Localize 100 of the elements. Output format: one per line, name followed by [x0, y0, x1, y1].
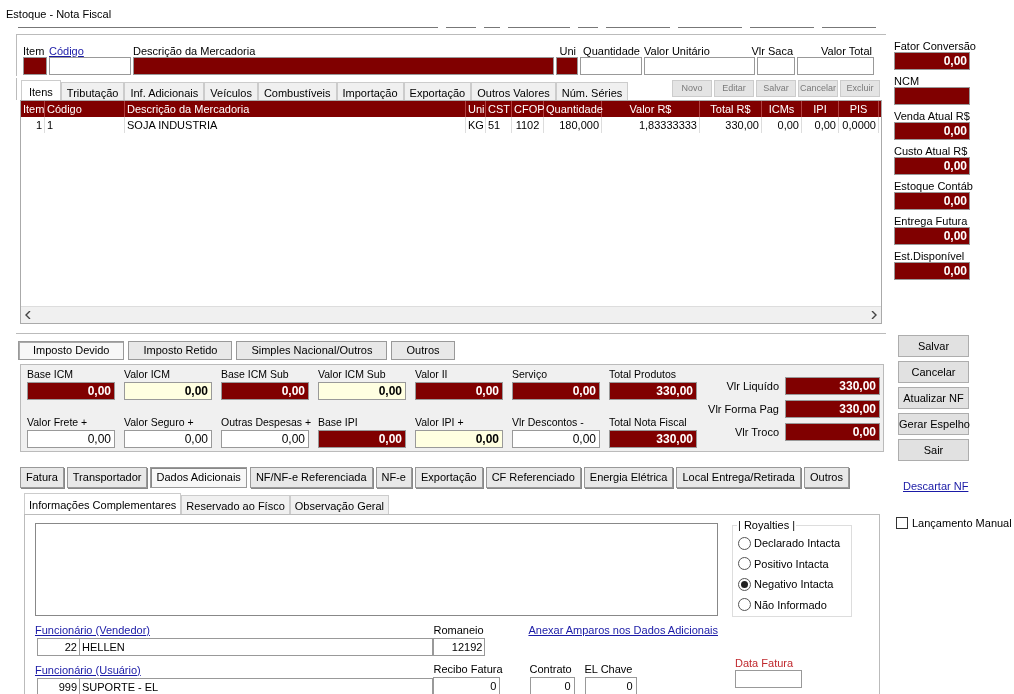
- date-field[interactable]: [735, 670, 802, 688]
- value-field: 0,00: [894, 192, 970, 210]
- locked-field: [556, 57, 578, 75]
- tab[interactable]: Veículos: [204, 82, 258, 100]
- text-area[interactable]: [35, 523, 718, 616]
- tab[interactable]: Imposto Retido: [128, 341, 233, 360]
- tab[interactable]: Exportação: [403, 82, 472, 100]
- radio-button[interactable]: [738, 536, 751, 550]
- field-label: Valor Total: [821, 44, 873, 57]
- input-field[interactable]: 0,00: [221, 430, 309, 448]
- column-header[interactable]: Uni: [466, 101, 486, 117]
- input-field[interactable]: 12192: [433, 638, 486, 656]
- input-field[interactable]: [757, 57, 795, 75]
- column-header[interactable]: CFOP: [512, 101, 544, 117]
- scroll-left-icon[interactable]: [25, 311, 31, 319]
- tab[interactable]: Imposto Devido: [18, 341, 125, 360]
- radio-button[interactable]: [738, 598, 751, 612]
- code-link[interactable]: Código: [49, 43, 131, 57]
- column-header[interactable]: Item: [21, 101, 45, 117]
- column-header[interactable]: IPI: [802, 101, 839, 117]
- employee-link[interactable]: Funcionário (Usuário): [35, 662, 434, 676]
- tab[interactable]: CF Referenciado: [485, 467, 581, 488]
- tab[interactable]: Transportador: [66, 467, 148, 488]
- action-button[interactable]: Gerar Espelho: [898, 413, 969, 435]
- tab[interactable]: Outros Valores: [471, 82, 556, 100]
- scroll-right-icon[interactable]: [871, 311, 877, 319]
- input-field[interactable]: [644, 57, 755, 75]
- tab[interactable]: NF/NF-e Referenciada: [249, 467, 373, 488]
- table-cell: 1: [45, 117, 125, 133]
- input-field[interactable]: 0: [584, 677, 637, 694]
- input-field[interactable]: [797, 57, 874, 75]
- field-label: Entrega Futura: [894, 214, 969, 227]
- attach-link[interactable]: Anexar Amparos nos Dados Adicionais: [528, 622, 718, 636]
- tab[interactable]: Fatura: [20, 467, 64, 488]
- field-label: Quantidade: [583, 44, 641, 57]
- radio-button[interactable]: [738, 557, 751, 571]
- input-field[interactable]: 0,00: [512, 430, 600, 448]
- column-header[interactable]: Descrição da Mercadoria: [125, 101, 466, 117]
- tab[interactable]: Reservado ao Físco: [181, 495, 290, 514]
- radio-label: Não Informado: [754, 597, 827, 613]
- field-label: Valor ICM: [124, 368, 171, 381]
- input-field[interactable]: 0,00: [124, 430, 212, 448]
- action-button[interactable]: Atualizar NF: [898, 387, 969, 409]
- column-header[interactable]: Quantidade: [544, 101, 602, 117]
- table-cell: 51: [486, 117, 512, 133]
- tab[interactable]: Importação: [336, 82, 404, 100]
- value-field: 0,00: [894, 122, 970, 140]
- value-field: 0,00: [27, 382, 115, 400]
- tab[interactable]: Núm. Séries: [555, 82, 629, 100]
- horizontal-scrollbar[interactable]: [21, 306, 881, 323]
- tab[interactable]: Local Entrega/Retirada: [676, 467, 801, 488]
- column-header[interactable]: Valor R$: [602, 101, 700, 117]
- table-cell: 0,0000: [839, 117, 879, 133]
- field-label: Total Nota Fiscal: [609, 416, 688, 429]
- tab[interactable]: Itens: [21, 80, 61, 100]
- field-label: Total Produtos: [609, 368, 678, 381]
- field-label: Custo Atual R$: [894, 144, 969, 157]
- tab[interactable]: Inf. Adicionais: [124, 82, 205, 100]
- tab[interactable]: Exportação: [415, 467, 483, 488]
- checkbox[interactable]: [896, 516, 908, 529]
- input-field[interactable]: [49, 57, 131, 75]
- tab[interactable]: Dados Adicionais: [150, 467, 247, 488]
- employee-field[interactable]: 999 SUPORTE - EL: [37, 678, 434, 694]
- input-field[interactable]: 0: [529, 677, 575, 694]
- tab[interactable]: Informações Complementares: [24, 493, 182, 514]
- column-header[interactable]: PIS: [839, 101, 879, 117]
- action-button[interactable]: Cancelar: [898, 361, 969, 383]
- field-label: Uni: [559, 44, 577, 57]
- column-header[interactable]: ICMs: [762, 101, 802, 117]
- tab[interactable]: Outros: [391, 341, 455, 360]
- field-label: Vlr Forma Pag: [707, 401, 779, 417]
- tab[interactable]: NF-e: [375, 467, 412, 488]
- tab[interactable]: Simples Nacional/Outros: [236, 341, 388, 360]
- radio-button[interactable]: [738, 577, 751, 591]
- employee-field[interactable]: 22 HELLEN: [37, 638, 434, 656]
- tab[interactable]: Tributação: [60, 82, 125, 100]
- column-header[interactable]: Total R$: [700, 101, 762, 117]
- column-header[interactable]: CST: [486, 101, 512, 117]
- action-button[interactable]: Salvar: [898, 335, 969, 357]
- column-header[interactable]: Código: [45, 101, 125, 117]
- input-field[interactable]: 0: [433, 677, 501, 694]
- radio-label: Negativo Intacta: [754, 577, 834, 592]
- tab[interactable]: Energia Elétrica: [583, 467, 674, 488]
- field-label: Valor Frete +: [27, 416, 89, 429]
- value-field: 0,00: [221, 382, 309, 400]
- input-field[interactable]: [580, 57, 642, 75]
- field-label: Vlr Liquído: [725, 378, 779, 394]
- tab[interactable]: Combustíveis: [257, 82, 337, 100]
- field-label: Est.Disponível: [894, 249, 966, 262]
- tab[interactable]: Observação Geral: [289, 495, 390, 514]
- field-label: Data Fatura: [735, 656, 795, 669]
- action-button[interactable]: Sair: [898, 439, 969, 461]
- input-field[interactable]: 0,00: [27, 430, 115, 448]
- value-field: 0,00: [894, 157, 970, 175]
- tab[interactable]: Outros: [803, 467, 849, 488]
- field-label: Outras Despesas +: [221, 416, 309, 429]
- discard-link[interactable]: Descartar NF: [903, 478, 969, 495]
- table-cell: 330,00: [700, 117, 762, 133]
- table-cell: 1: [21, 117, 45, 133]
- employee-link[interactable]: Funcionário (Vendedor): [35, 622, 434, 636]
